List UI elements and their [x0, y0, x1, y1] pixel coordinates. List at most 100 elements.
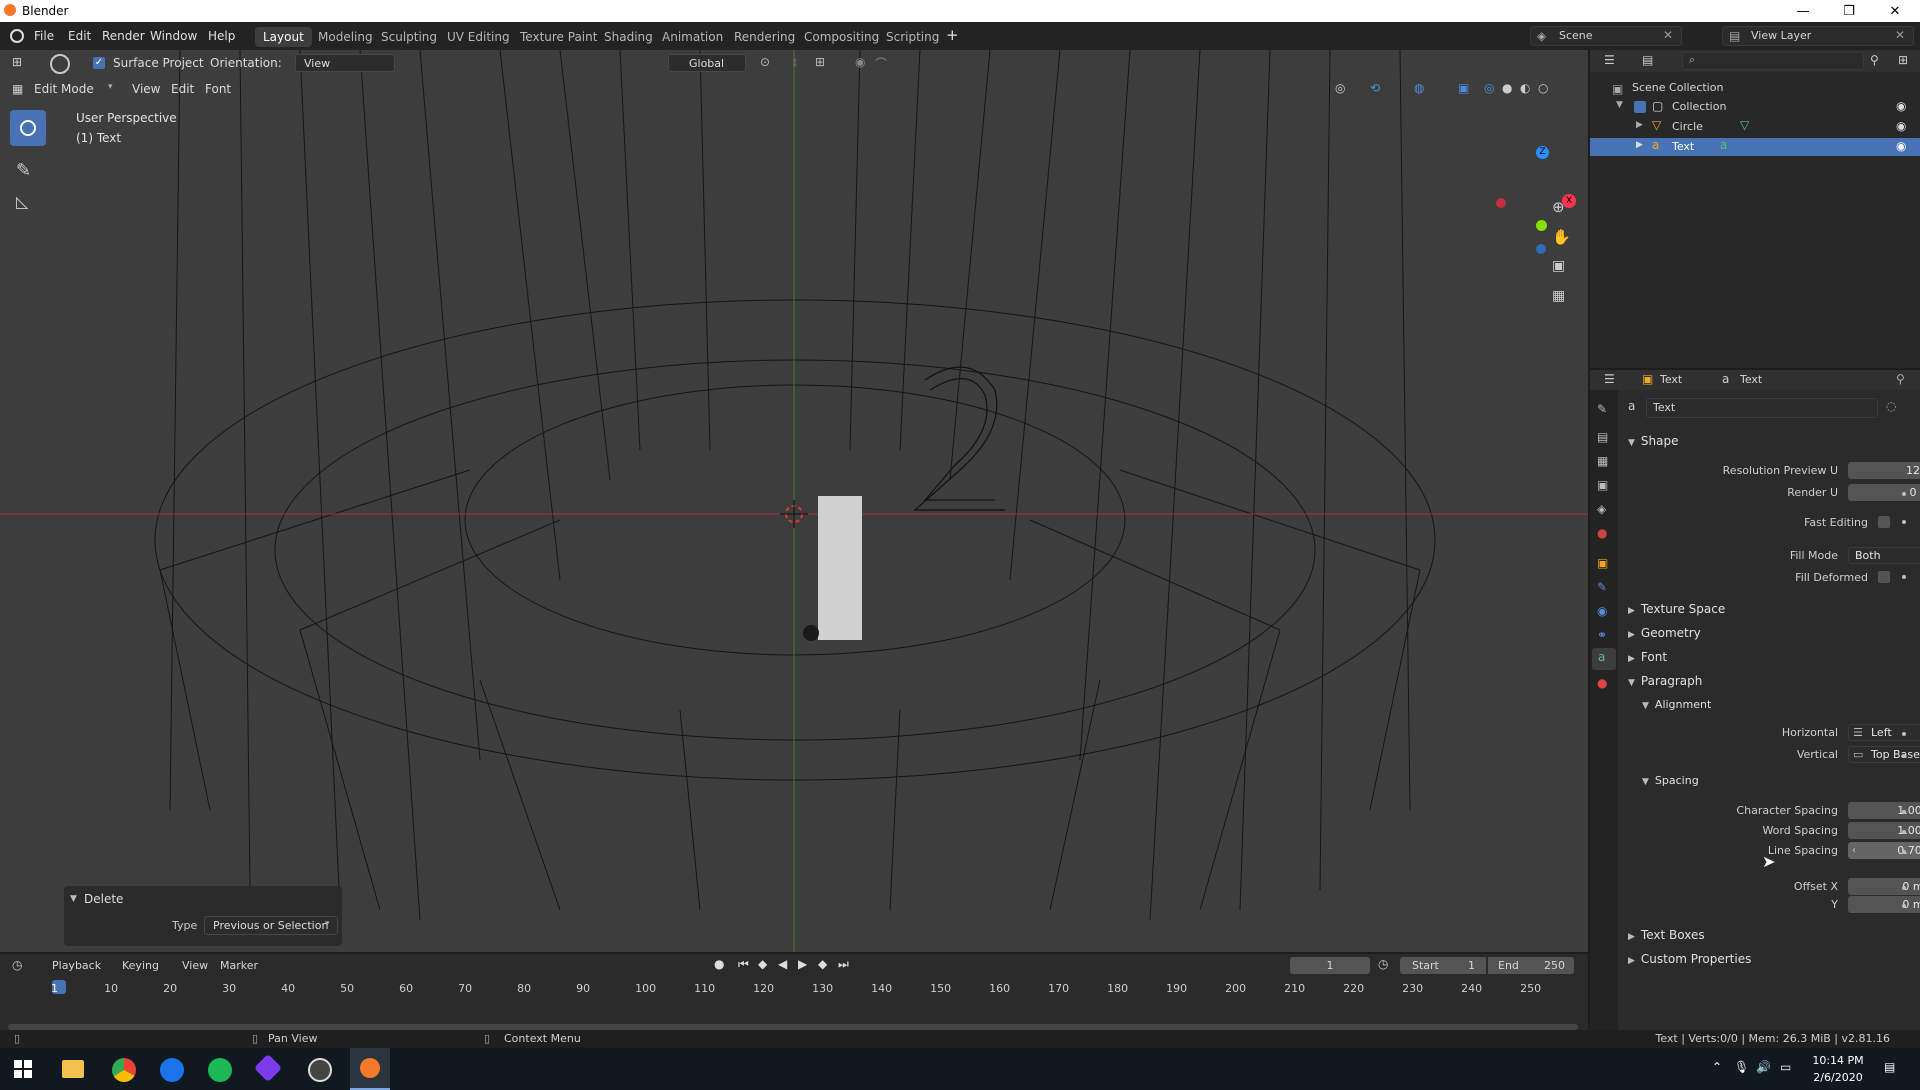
current-frame-field[interactable]: 1	[1290, 957, 1370, 974]
horizontal-keyframe-dot[interactable]	[1902, 732, 1906, 736]
taskbar-date[interactable]: 2/6/2020	[1808, 1071, 1868, 1084]
viewport-menu-view[interactable]: View	[132, 82, 160, 96]
resolution-preview-u-field[interactable]: 12	[1848, 462, 1920, 479]
play-reverse-icon[interactable]: ◀	[778, 957, 787, 971]
wireframe-shading-icon[interactable]: ◎	[1484, 81, 1494, 95]
tab-modeling[interactable]: Modeling	[310, 27, 381, 47]
fast-editing-checkbox[interactable]	[1878, 516, 1890, 528]
scene-collection-label[interactable]: Scene Collection	[1632, 81, 1723, 94]
blender-menu-icon[interactable]	[10, 29, 24, 43]
expand-collection-icon[interactable]: ▼	[1616, 100, 1623, 110]
timeline-menu-playback[interactable]: Playback	[52, 959, 101, 972]
modifier-tab-icon[interactable]: ✎	[1597, 580, 1607, 594]
editor-type-icon[interactable]: ⊞	[12, 55, 22, 69]
zoom-icon[interactable]: ⊕	[1552, 198, 1565, 216]
scene-tab-icon[interactable]: ◈	[1597, 502, 1606, 516]
navigation-gizmo[interactable]: Z X	[1482, 118, 1582, 254]
font-panel-header[interactable]: ▶ Font	[1628, 650, 1667, 664]
obs-icon[interactable]	[308, 1058, 332, 1082]
render-u-keyframe-dot[interactable]	[1902, 492, 1906, 496]
pin-icon[interactable]: ⚲	[1896, 372, 1905, 386]
tab-animation[interactable]: Animation	[654, 27, 731, 47]
word-spacing-keyframe-dot[interactable]	[1902, 830, 1906, 834]
tray-chevron-icon[interactable]: ⌃	[1712, 1060, 1722, 1074]
constraint-tab-icon[interactable]: ⚭	[1597, 628, 1607, 642]
menu-render[interactable]: Render	[102, 29, 145, 43]
fast-editing-keyframe-dot[interactable]	[1902, 520, 1906, 524]
menu-window[interactable]: Window	[150, 29, 197, 43]
character-spacing-field[interactable]: 1.000	[1848, 802, 1920, 819]
texture-space-panel-header[interactable]: ▶ Texture Space	[1628, 602, 1725, 616]
character-spacing-keyframe-dot[interactable]	[1902, 810, 1906, 814]
fill-mode-dropdown[interactable]: Both ▾	[1848, 547, 1920, 564]
pivot-icon[interactable]: ⊙	[760, 55, 770, 69]
z-axis-ball[interactable]: Z	[1536, 146, 1549, 159]
next-keyframe-icon[interactable]: ◆	[818, 957, 827, 971]
text-visibility-icon[interactable]: ◉	[1896, 139, 1906, 153]
menu-edit[interactable]: Edit	[68, 29, 91, 43]
outliner-editor-icon[interactable]: ☰	[1604, 53, 1615, 67]
vertical-dropdown[interactable]: ▭ Top Base-Line ▾	[1848, 746, 1920, 763]
viewport-menu-font[interactable]: Font	[205, 82, 231, 96]
menu-help[interactable]: Help	[208, 29, 235, 43]
visibility-icon[interactable]: ◎	[1335, 81, 1345, 95]
notifications-icon[interactable]: ▤	[1884, 1060, 1895, 1074]
output-tab-icon[interactable]: ▦	[1597, 454, 1608, 468]
cursor-tool-button[interactable]	[10, 110, 46, 146]
taskbar-time[interactable]: 10:14 PM	[1808, 1054, 1868, 1067]
solid-shading-icon[interactable]: ●	[1502, 81, 1512, 95]
restore-button[interactable]: ❐	[1826, 0, 1872, 22]
datablock-row[interactable]: a Text ◌	[1620, 398, 1910, 418]
offset-x-keyframe-dot[interactable]	[1902, 886, 1906, 890]
new-collection-icon[interactable]: ⊞	[1898, 53, 1908, 67]
overlay-toggle-icon[interactable]: ◍	[1414, 81, 1424, 95]
offset-x-field[interactable]: 0 m	[1848, 878, 1920, 895]
word-spacing-field[interactable]: 1.000	[1848, 822, 1920, 839]
neg-z-axis-ball[interactable]	[1536, 244, 1546, 254]
snap-target-icon[interactable]: ⊞	[815, 55, 825, 69]
render-u-field[interactable]: 0	[1848, 484, 1920, 501]
annotate-tool-icon[interactable]: ✎	[16, 160, 31, 181]
jump-end-icon[interactable]: ⏭	[838, 957, 849, 972]
proportional-edit-icon[interactable]: ◉	[855, 55, 865, 69]
gizmo-toggle-icon[interactable]: ⟲	[1370, 81, 1380, 95]
chrome-icon[interactable]	[112, 1058, 136, 1082]
viewport-menu-edit[interactable]: Edit	[171, 82, 194, 96]
expand-text-icon[interactable]: ▶	[1636, 140, 1643, 150]
geometry-panel-header[interactable]: ▶ Geometry	[1628, 626, 1701, 640]
line-spacing-keyframe-dot[interactable]	[1902, 850, 1906, 854]
material-shading-icon[interactable]: ◐	[1520, 81, 1530, 95]
timeline-menu-marker[interactable]: Marker	[220, 959, 258, 972]
offset-y-keyframe-dot[interactable]	[1902, 904, 1906, 908]
network-icon[interactable]: ▭	[1780, 1060, 1791, 1074]
spacing-subpanel-header[interactable]: ▼ Spacing	[1642, 774, 1699, 787]
object-tab-icon[interactable]: ▣	[1597, 556, 1608, 570]
record-icon[interactable]: ●	[714, 957, 724, 971]
end-frame-field[interactable]: End 250	[1488, 957, 1574, 974]
collection-visibility-icon[interactable]: ◉	[1896, 99, 1906, 113]
properties-editor-icon[interactable]: ☰	[1604, 372, 1615, 386]
material-tab-icon[interactable]: ●	[1597, 676, 1607, 690]
shape-panel-header[interactable]: ▼ Shape	[1628, 434, 1679, 448]
add-workspace-icon[interactable]: +	[946, 26, 959, 44]
snap-icon[interactable]: ⦂	[793, 55, 797, 70]
timeline-editor-icon[interactable]: ◷	[12, 958, 22, 972]
expand-circle-icon[interactable]: ▶	[1636, 120, 1643, 130]
mode-dropdown[interactable]: Edit Mode	[34, 82, 94, 96]
scene-close-icon[interactable]: ✕	[1663, 28, 1673, 42]
start-frame-field[interactable]: Start 1	[1400, 957, 1486, 974]
offset-y-field[interactable]: 0 m	[1848, 896, 1920, 913]
operator-type-dropdown[interactable]: Previous or Selection ▾	[204, 916, 338, 935]
rendered-shading-icon[interactable]: ○	[1538, 81, 1548, 95]
microphone-icon[interactable]: 🎙	[1734, 1060, 1749, 1074]
pan-hand-icon[interactable]: ✋	[1552, 228, 1571, 246]
horizontal-dropdown[interactable]: ☰ Left ▾	[1848, 724, 1920, 741]
davinci-resolve-icon[interactable]	[160, 1058, 184, 1082]
datablock-name-field[interactable]: Text	[1646, 398, 1878, 418]
blender-taskbar-button[interactable]	[350, 1048, 390, 1090]
tool-cursor-icon[interactable]	[50, 54, 70, 74]
scene-selector[interactable]: ◈ Scene ✕	[1530, 26, 1682, 46]
neg-x-axis-ball[interactable]	[1496, 198, 1506, 208]
timeline-menu-view[interactable]: View	[182, 959, 208, 972]
circle-visibility-icon[interactable]: ◉	[1896, 119, 1906, 133]
